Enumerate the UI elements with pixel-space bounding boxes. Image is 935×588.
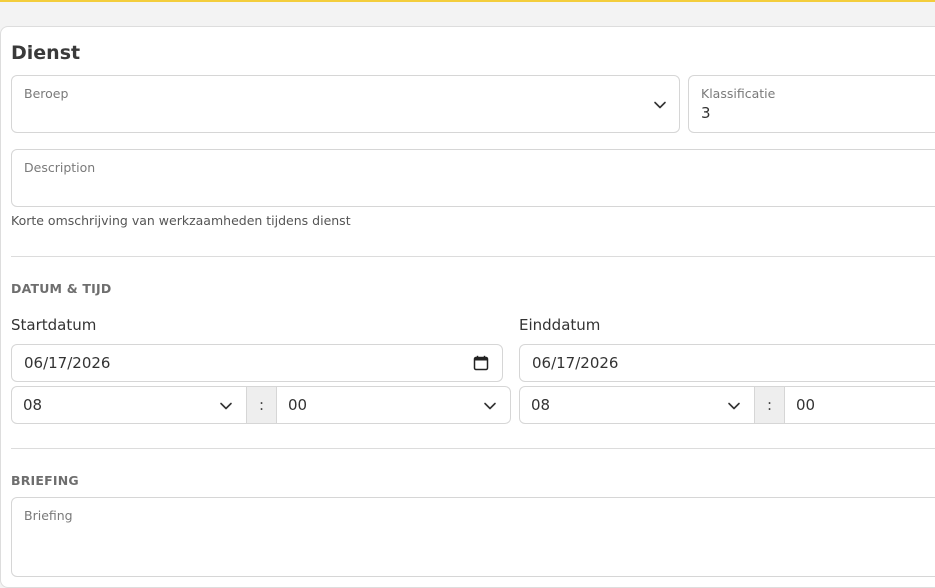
end-time-separator: : — [755, 386, 784, 424]
einddatum-value: 06/17/2026 — [532, 354, 619, 372]
einddatum-label: Einddatum — [519, 316, 601, 334]
start-hour-select[interactable]: 08 — [11, 386, 247, 424]
divider — [11, 256, 935, 257]
chevron-down-icon — [484, 402, 496, 410]
divider — [11, 448, 935, 449]
calendar-icon[interactable] — [473, 355, 489, 371]
start-time-separator: : — [247, 386, 276, 424]
einddatum-input[interactable]: 06/17/2026 — [519, 344, 935, 382]
end-minute-value: 00 — [796, 396, 816, 414]
chevron-down-icon — [654, 101, 666, 109]
klassificatie-value: 3 — [701, 104, 711, 122]
briefing-textarea[interactable]: Briefing — [11, 497, 935, 577]
section-title-dienst: Dienst — [11, 42, 81, 64]
end-minute-select[interactable]: 00 — [784, 386, 935, 424]
briefing-label: Briefing — [24, 508, 73, 523]
startdatum-label: Startdatum — [11, 316, 97, 334]
description-label: Description — [24, 160, 96, 175]
section-heading-datum-tijd: DATUM & TIJD — [11, 281, 112, 296]
description-helper-text: Korte omschrijving van werkzaamheden tij… — [11, 213, 351, 228]
startdatum-input[interactable]: 06/17/2026 — [11, 344, 503, 382]
start-hour-value: 08 — [23, 396, 43, 414]
start-minute-select[interactable]: 00 — [276, 386, 511, 424]
startdatum-value: 06/17/2026 — [24, 354, 111, 372]
start-minute-value: 00 — [288, 396, 308, 414]
end-hour-select[interactable]: 08 — [519, 386, 755, 424]
beroep-select[interactable]: Beroep — [11, 75, 680, 133]
section-heading-briefing: BRIEFING — [11, 473, 79, 488]
chevron-down-icon — [220, 402, 232, 410]
top-accent-bar — [0, 0, 935, 2]
chevron-down-icon — [728, 402, 740, 410]
end-hour-value: 08 — [531, 396, 551, 414]
klassificatie-label: Klassificatie — [701, 86, 776, 101]
klassificatie-field[interactable]: Klassificatie 3 — [688, 75, 935, 133]
description-field[interactable]: Description — [11, 149, 935, 207]
beroep-label: Beroep — [24, 86, 69, 101]
